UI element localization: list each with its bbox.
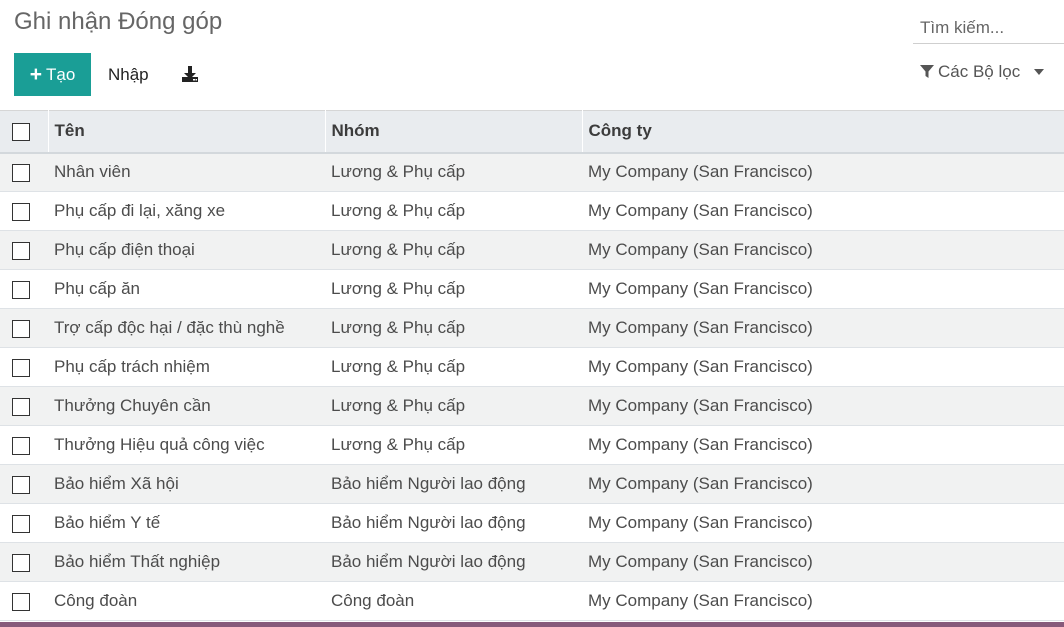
select-all-cell <box>0 110 49 153</box>
row-group: Lương & Phụ cấp <box>331 240 466 259</box>
table-row[interactable]: Phụ cấp điện thoại Lương & Phụ cấp My Co… <box>0 230 1064 270</box>
row-company: My Company (San Francisco) <box>588 357 813 376</box>
table-row[interactable]: Thưởng Chuyên cần Lương & Phụ cấp My Com… <box>0 386 1064 426</box>
filters-dropdown[interactable]: Các Bộ lọc <box>920 60 1045 84</box>
create-button-label: Tạo <box>45 64 76 84</box>
search-box <box>913 12 1064 44</box>
row-group: Lương & Phụ cấp <box>331 318 466 337</box>
row-name: Thưởng Hiệu quả công việc <box>54 435 265 454</box>
row-company: My Company (San Francisco) <box>588 162 813 182</box>
table-row[interactable]: Thưởng Hiệu quả công việc Lương & Phụ cấ… <box>0 425 1064 465</box>
page-title: Ghi nhận Đóng góp <box>14 8 223 35</box>
table-row[interactable]: Bảo hiểm Thất nghiệp Bảo hiểm Người lao … <box>0 542 1064 582</box>
row-checkbox[interactable] <box>12 202 30 221</box>
row-group: Lương & Phụ cấp <box>331 279 466 298</box>
download-button[interactable] <box>174 57 206 91</box>
row-company: My Company (San Francisco) <box>588 318 813 337</box>
row-group: Lương & Phụ cấp <box>331 201 466 220</box>
row-group: Lương & Phụ cấp <box>331 162 466 182</box>
row-checkbox[interactable] <box>12 436 30 455</box>
table-row[interactable]: Công đoàn Công đoàn My Company (San Fran… <box>0 581 1064 621</box>
row-company: My Company (San Francisco) <box>588 591 813 610</box>
row-name: Trợ cấp độc hại / đặc thù nghề <box>54 318 285 337</box>
row-checkbox[interactable] <box>12 319 30 338</box>
row-checkbox[interactable] <box>12 592 30 611</box>
row-checkbox[interactable] <box>12 514 30 533</box>
row-group: Lương & Phụ cấp <box>331 357 466 376</box>
column-header-name[interactable]: Tên <box>48 110 326 153</box>
caret-down-icon <box>1034 69 1045 75</box>
contribution-list-table: Tên Nhóm Công ty Nhân viên Lương & Phụ c… <box>0 110 1064 621</box>
table-row[interactable]: Phụ cấp đi lại, xăng xe Lương & Phụ cấp … <box>0 191 1064 231</box>
table-row[interactable]: Trợ cấp độc hại / đặc thù nghề Lương & P… <box>0 308 1064 348</box>
row-name: Công đoàn <box>54 591 138 610</box>
row-group: Bảo hiểm Người lao động <box>331 513 526 532</box>
brand-bottom-bar <box>0 622 1064 627</box>
plus-icon: + <box>29 63 42 86</box>
row-company: My Company (San Francisco) <box>588 279 813 298</box>
table-header-row: Tên Nhóm Công ty <box>0 110 1064 153</box>
row-company: My Company (San Francisco) <box>588 201 813 220</box>
row-name: Bảo hiểm Xã hội <box>54 474 179 493</box>
table-row[interactable]: Bảo hiểm Xã hội Bảo hiểm Người lao động … <box>0 464 1064 504</box>
row-company: My Company (San Francisco) <box>588 435 813 454</box>
table-row[interactable]: Phụ cấp ăn Lương & Phụ cấp My Company (S… <box>0 269 1064 309</box>
row-name: Phụ cấp ăn <box>54 279 141 298</box>
funnel-icon <box>920 65 934 78</box>
table-body: Nhân viên Lương & Phụ cấp My Company (Sa… <box>0 152 1064 621</box>
column-header-company[interactable]: Công ty <box>582 111 1064 153</box>
row-name: Nhân viên <box>54 162 131 182</box>
row-group: Công đoàn <box>331 591 415 610</box>
row-group: Bảo hiểm Người lao động <box>331 552 526 571</box>
column-header-group[interactable]: Nhóm <box>325 110 583 153</box>
table-row[interactable]: Phụ cấp trách nhiệm Lương & Phụ cấp My C… <box>0 347 1064 387</box>
row-company: My Company (San Francisco) <box>588 474 813 493</box>
row-group: Lương & Phụ cấp <box>331 396 466 415</box>
search-input[interactable] <box>913 12 1064 43</box>
row-company: My Company (San Francisco) <box>588 240 813 259</box>
row-company: My Company (San Francisco) <box>588 552 813 571</box>
row-group: Lương & Phụ cấp <box>331 435 466 454</box>
row-checkbox[interactable] <box>12 280 30 299</box>
row-name: Phụ cấp điện thoại <box>54 240 195 259</box>
row-name: Phụ cấp đi lại, xăng xe <box>54 201 226 220</box>
control-panel: Ghi nhận Đóng góp + Tạo Nhập Các Bộ lọc <box>0 0 1064 110</box>
row-group: Bảo hiểm Người lao động <box>331 474 526 493</box>
row-checkbox[interactable] <box>12 553 30 572</box>
download-icon <box>182 66 198 82</box>
row-company: My Company (San Francisco) <box>588 513 813 532</box>
row-company: My Company (San Francisco) <box>588 396 813 415</box>
create-button[interactable]: + Tạo <box>14 53 91 96</box>
row-checkbox[interactable] <box>12 163 30 182</box>
row-name: Thưởng Chuyên cần <box>54 396 211 415</box>
import-button[interactable]: Nhập <box>96 53 161 96</box>
row-name: Phụ cấp trách nhiệm <box>54 357 210 376</box>
row-checkbox[interactable] <box>12 475 30 494</box>
row-checkbox[interactable] <box>12 241 30 260</box>
row-name: Bảo hiểm Y tế <box>54 513 161 532</box>
table-row[interactable]: Nhân viên Lương & Phụ cấp My Company (Sa… <box>0 152 1064 192</box>
row-name: Bảo hiểm Thất nghiệp <box>54 552 221 571</box>
filters-label: Các Bộ lọc <box>938 62 1021 81</box>
row-checkbox[interactable] <box>12 358 30 377</box>
select-all-checkbox[interactable] <box>12 122 30 141</box>
table-row[interactable]: Bảo hiểm Y tế Bảo hiểm Người lao động My… <box>0 503 1064 543</box>
row-checkbox[interactable] <box>12 397 30 416</box>
